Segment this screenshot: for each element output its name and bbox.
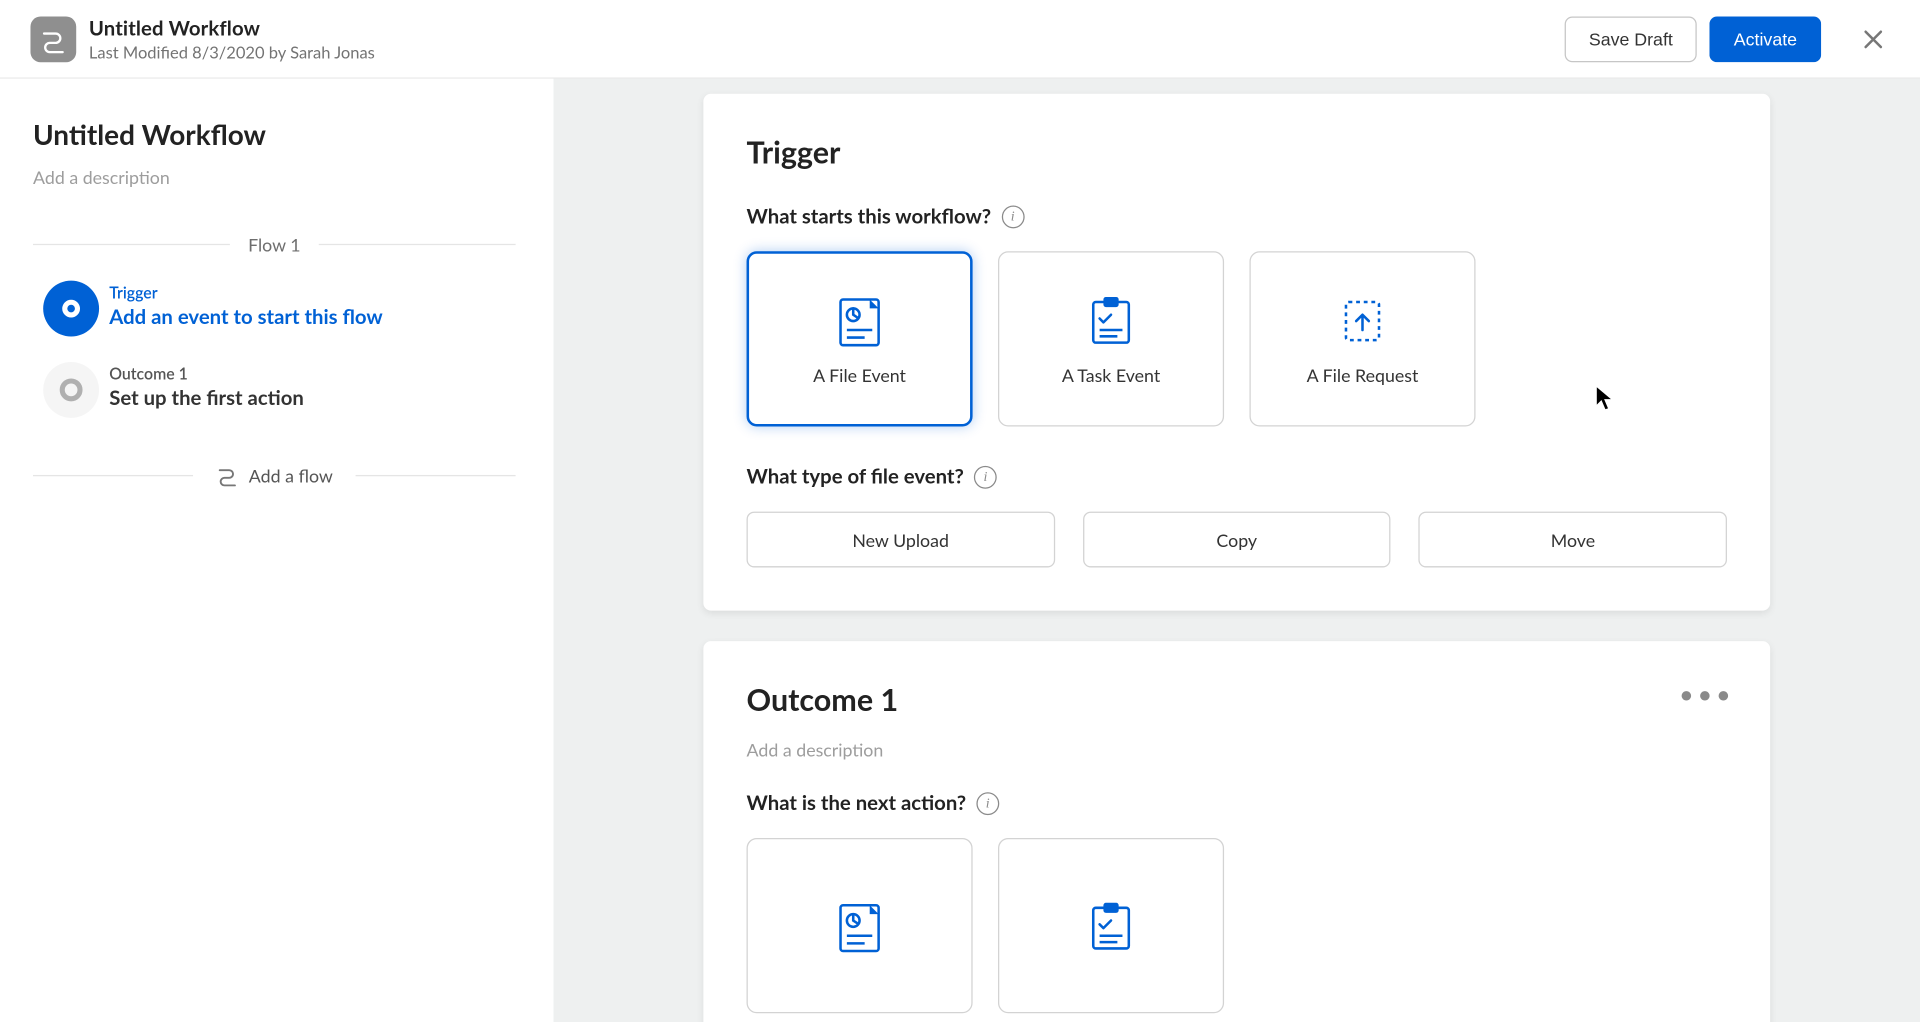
header-bar: Untitled Workflow Last Modified 8/3/2020…	[0, 0, 1920, 79]
trigger-tile-file-request[interactable]: A File Request	[1250, 251, 1476, 426]
step-eyebrow: Trigger	[109, 283, 383, 302]
info-icon[interactable]: i	[1002, 205, 1025, 228]
outcome-description-input[interactable]: Add a description	[747, 739, 1727, 761]
last-modified: Last Modified 8/3/2020 by Sarah Jonas	[89, 41, 375, 61]
flow-divider: Flow 1	[33, 234, 516, 256]
pill-new-upload[interactable]: New Upload	[747, 512, 1055, 568]
card-menu-button[interactable]: •••	[1679, 679, 1735, 709]
info-icon[interactable]: i	[974, 465, 997, 488]
step-title: Add an event to start this flow	[109, 305, 383, 329]
tile-label: A Task Event	[1062, 364, 1160, 386]
file-action-icon	[834, 898, 885, 954]
workflow-icon	[39, 25, 67, 53]
close-button[interactable]	[1849, 15, 1897, 63]
step-title: Set up the first action	[109, 386, 304, 410]
trigger-card: Trigger What starts this workflow? i	[704, 94, 1771, 611]
flow-step-trigger[interactable]: Trigger Add an event to start this flow	[33, 281, 516, 339]
trigger-title: Trigger	[747, 135, 1727, 172]
outcome-title: Outcome 1	[747, 682, 1727, 719]
action-tile-file[interactable]	[747, 838, 973, 1013]
sidebar-description-input[interactable]: Add a description	[33, 166, 516, 188]
flow-step-outcome[interactable]: Outcome 1 Set up the first action	[33, 362, 516, 420]
add-flow-button[interactable]: Add a flow	[193, 458, 356, 491]
close-icon	[1863, 29, 1883, 49]
add-flow-label: Add a flow	[249, 464, 333, 486]
pill-move[interactable]: Move	[1419, 512, 1727, 568]
canvas[interactable]: Trigger What starts this workflow? i	[554, 79, 1920, 1022]
trigger-tile-file-event[interactable]: A File Event	[747, 251, 973, 426]
tile-label: A File Request	[1307, 364, 1419, 386]
step-dot-active	[43, 281, 99, 337]
outcome-card: ••• Outcome 1 Add a description What is …	[704, 641, 1771, 1022]
pill-copy[interactable]: Copy	[1083, 512, 1391, 568]
save-draft-button[interactable]: Save Draft	[1565, 16, 1697, 62]
flow-label: Flow 1	[230, 234, 318, 256]
task-action-icon	[1086, 898, 1137, 954]
step-dot-idle	[43, 362, 99, 418]
add-flow-icon	[216, 464, 239, 487]
sidebar: Untitled Workflow Add a description Flow…	[0, 79, 554, 1022]
file-event-icon	[834, 291, 885, 347]
activate-button[interactable]: Activate	[1710, 16, 1822, 62]
workflow-title[interactable]: Untitled Workflow	[89, 16, 375, 40]
task-event-icon	[1086, 291, 1137, 347]
step-eyebrow: Outcome 1	[109, 364, 304, 383]
action-tile-task[interactable]	[998, 838, 1224, 1013]
sidebar-title[interactable]: Untitled Workflow	[33, 117, 516, 151]
outcome-question: What is the next action?	[747, 791, 967, 815]
trigger-tile-task-event[interactable]: A Task Event	[998, 251, 1224, 426]
trigger-question: What starts this workflow?	[747, 204, 992, 228]
file-event-type-question: What type of file event?	[747, 465, 964, 489]
tile-label: A File Event	[813, 364, 906, 386]
file-request-icon	[1337, 291, 1388, 347]
app-logo	[30, 16, 76, 62]
info-icon[interactable]: i	[977, 792, 1000, 815]
